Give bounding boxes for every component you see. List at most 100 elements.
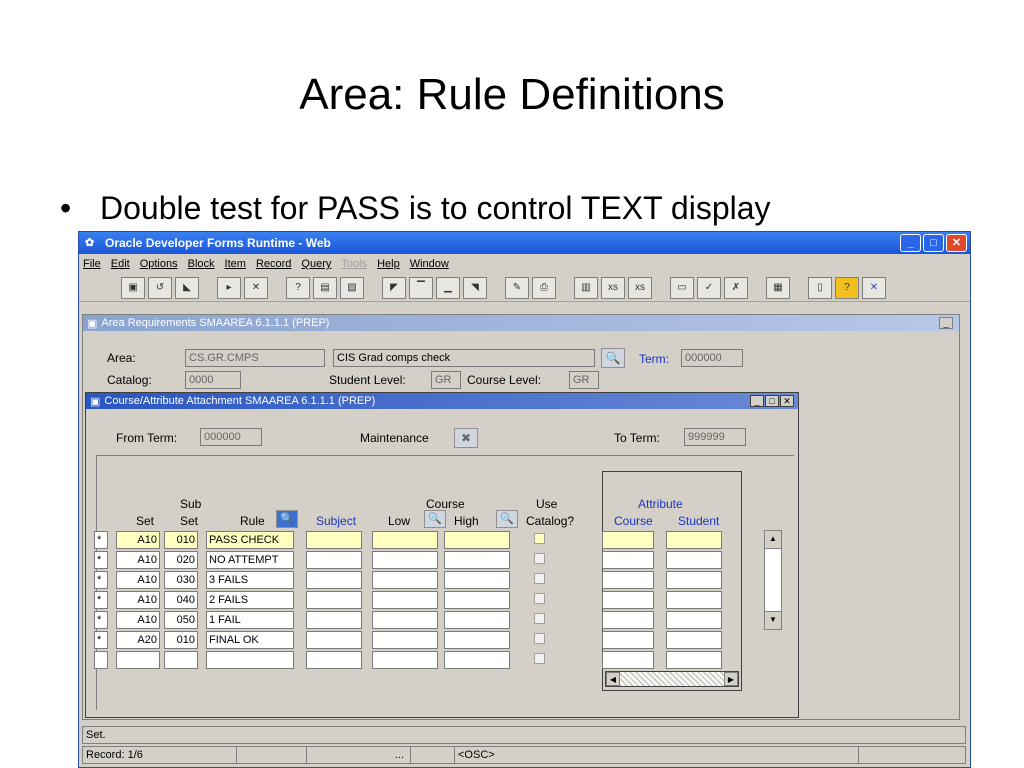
rule-cell[interactable]: NO ATTEMPT bbox=[206, 551, 294, 569]
attr-student-cell[interactable] bbox=[666, 651, 722, 669]
to-term-field[interactable]: 999999 bbox=[684, 428, 746, 446]
set-cell[interactable]: A10 bbox=[116, 591, 160, 609]
row-marker[interactable] bbox=[94, 651, 108, 669]
maximize-icon[interactable]: □ bbox=[923, 234, 944, 252]
menu-options[interactable]: Options bbox=[140, 258, 178, 270]
rule-cell[interactable]: 3 FAILS bbox=[206, 571, 294, 589]
subject-cell[interactable] bbox=[306, 651, 362, 669]
minimize-icon[interactable]: _ bbox=[750, 395, 764, 407]
next-block-icon[interactable]: ◥ bbox=[463, 276, 487, 299]
rule-cell[interactable]: 2 FAILS bbox=[206, 591, 294, 609]
course-low-cell[interactable] bbox=[372, 651, 438, 669]
course-low-cell[interactable] bbox=[372, 531, 438, 549]
chart-icon[interactable]: ▥ bbox=[574, 276, 598, 299]
remove-icon[interactable]: ✗ bbox=[724, 276, 748, 299]
row-marker[interactable]: * bbox=[94, 571, 108, 589]
rule-cell[interactable]: PASS CHECK bbox=[206, 531, 294, 549]
subset-cell[interactable]: 020 bbox=[164, 551, 198, 569]
attr-student-cell[interactable] bbox=[666, 591, 722, 609]
use-catalog-checkbox[interactable] bbox=[534, 533, 545, 544]
minimize-icon[interactable]: _ bbox=[939, 317, 953, 329]
close-icon[interactable]: ✕ bbox=[946, 234, 967, 252]
form-icon[interactable]: ▭ bbox=[670, 276, 694, 299]
subject-cell[interactable] bbox=[306, 571, 362, 589]
subject-cell[interactable] bbox=[306, 531, 362, 549]
course-low-cell[interactable] bbox=[372, 571, 438, 589]
use-catalog-checkbox[interactable] bbox=[534, 613, 545, 624]
cancel-query-icon[interactable]: ▧ bbox=[340, 276, 364, 299]
attr-student-cell[interactable] bbox=[666, 531, 722, 549]
use-catalog-checkbox[interactable] bbox=[534, 593, 545, 604]
scroll-right-icon[interactable]: ▶ bbox=[724, 672, 738, 686]
row-marker[interactable]: * bbox=[94, 611, 108, 629]
close-icon[interactable]: ✕ bbox=[780, 395, 794, 407]
exit-icon[interactable]: ◣ bbox=[175, 276, 199, 299]
subset-cell[interactable]: 040 bbox=[164, 591, 198, 609]
row-marker[interactable]: * bbox=[94, 551, 108, 569]
high-search-icon[interactable]: 🔍 bbox=[496, 510, 518, 528]
insert-record-icon[interactable]: ▸ bbox=[217, 276, 241, 299]
previous-record-icon[interactable]: ▔ bbox=[409, 276, 433, 299]
attr-course-cell[interactable] bbox=[602, 571, 654, 589]
row-marker[interactable]: * bbox=[94, 631, 108, 649]
edit-form-icon[interactable]: ✓ bbox=[697, 276, 721, 299]
row-marker[interactable]: * bbox=[94, 591, 108, 609]
subset-cell[interactable]: 010 bbox=[164, 631, 198, 649]
scroll-left-icon[interactable]: ◀ bbox=[606, 672, 620, 686]
delete-record-icon[interactable]: ✕ bbox=[244, 276, 268, 299]
use-catalog-checkbox[interactable] bbox=[534, 653, 545, 664]
course-high-cell[interactable] bbox=[444, 551, 510, 569]
area-field[interactable]: CS.GR.CMPS bbox=[185, 349, 325, 367]
course-high-cell[interactable] bbox=[444, 651, 510, 669]
xs-icon[interactable]: xs bbox=[601, 276, 625, 299]
edit-icon[interactable]: ✎ bbox=[505, 276, 529, 299]
use-catalog-checkbox[interactable] bbox=[534, 633, 545, 644]
course-low-cell[interactable] bbox=[372, 631, 438, 649]
attr-course-cell[interactable] bbox=[602, 591, 654, 609]
subset-cell[interactable]: 050 bbox=[164, 611, 198, 629]
scroll-down-icon[interactable]: ▼ bbox=[765, 611, 781, 629]
low-search-icon[interactable]: 🔍 bbox=[424, 510, 446, 528]
menu-tools[interactable]: Tools bbox=[341, 258, 367, 270]
course-high-cell[interactable] bbox=[444, 611, 510, 629]
course-level-field[interactable]: GR bbox=[569, 371, 599, 389]
menu-item[interactable]: Item bbox=[225, 258, 246, 270]
subject-cell[interactable] bbox=[306, 591, 362, 609]
book-icon[interactable]: ▯ bbox=[808, 276, 832, 299]
previous-block-icon[interactable]: ◤ bbox=[382, 276, 406, 299]
rule-search-icon[interactable]: 🔍 bbox=[276, 510, 298, 528]
set-cell[interactable] bbox=[116, 651, 160, 669]
save-icon[interactable]: ▣ bbox=[121, 276, 145, 299]
menu-record[interactable]: Record bbox=[256, 258, 291, 270]
course-low-cell[interactable] bbox=[372, 591, 438, 609]
menu-window[interactable]: Window bbox=[410, 258, 449, 270]
maintenance-icon[interactable]: ✖ bbox=[454, 428, 478, 448]
course-low-cell[interactable] bbox=[372, 611, 438, 629]
student-level-field[interactable]: GR bbox=[431, 371, 461, 389]
attr-student-cell[interactable] bbox=[666, 551, 722, 569]
set-cell[interactable]: A10 bbox=[116, 551, 160, 569]
print-icon[interactable]: ⎙ bbox=[532, 276, 556, 299]
subset-cell[interactable]: 010 bbox=[164, 531, 198, 549]
attr-course-cell[interactable] bbox=[602, 531, 654, 549]
course-high-cell[interactable] bbox=[444, 571, 510, 589]
subset-cell[interactable] bbox=[164, 651, 198, 669]
query-icon[interactable]: ? bbox=[286, 276, 310, 299]
attr-student-cell[interactable] bbox=[666, 611, 722, 629]
menu-query[interactable]: Query bbox=[301, 258, 331, 270]
from-term-field[interactable]: 000000 bbox=[200, 428, 262, 446]
course-high-cell[interactable] bbox=[444, 591, 510, 609]
execute-query-icon[interactable]: ▤ bbox=[313, 276, 337, 299]
subject-cell[interactable] bbox=[306, 611, 362, 629]
vertical-scrollbar[interactable]: ▲ ▼ bbox=[764, 530, 782, 630]
set-cell[interactable]: A10 bbox=[116, 611, 160, 629]
minimize-icon[interactable]: _ bbox=[900, 234, 921, 252]
row-marker[interactable]: * bbox=[94, 531, 108, 549]
use-catalog-checkbox[interactable] bbox=[534, 573, 545, 584]
use-catalog-checkbox[interactable] bbox=[534, 553, 545, 564]
attr-course-cell[interactable] bbox=[602, 611, 654, 629]
attr-course-cell[interactable] bbox=[602, 651, 654, 669]
area-description-field[interactable]: CIS Grad comps check bbox=[333, 349, 595, 367]
attr-course-cell[interactable] bbox=[602, 551, 654, 569]
rule-cell[interactable]: 1 FAIL bbox=[206, 611, 294, 629]
